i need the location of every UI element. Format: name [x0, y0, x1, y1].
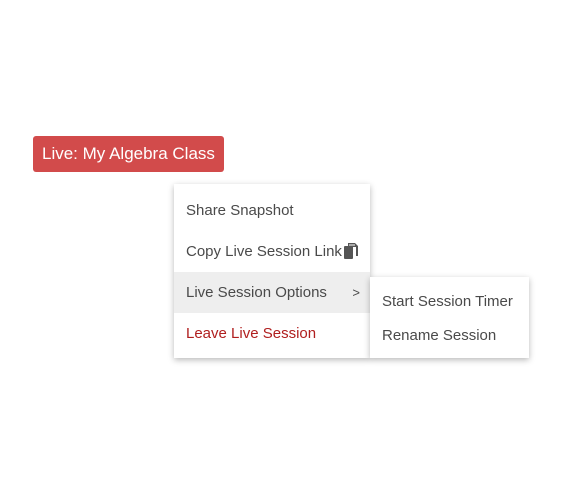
- menu-item-label: Leave Live Session: [186, 325, 317, 342]
- submenu-item-rename-session[interactable]: Rename Session: [370, 318, 529, 352]
- submenu-item-label: Start Session Timer: [382, 292, 513, 310]
- submenu-item-label: Rename Session: [382, 326, 497, 344]
- menu-item-live-session-options[interactable]: Live Session Options >: [174, 272, 370, 313]
- menu-item-leave-session[interactable]: Leave Live Session: [174, 313, 370, 354]
- menu-item-copy-link[interactable]: Copy Live Session Link: [174, 231, 370, 272]
- menu-item-label: Copy Live Session Link: [186, 243, 342, 260]
- session-context-menu: Share Snapshot Copy Live Session Link Li…: [174, 184, 370, 358]
- submenu-item-start-timer[interactable]: Start Session Timer: [370, 284, 529, 318]
- submenu-chevron-icon: >: [352, 285, 360, 300]
- menu-item-label: Share Snapshot: [186, 202, 294, 219]
- menu-item-label: Live Session Options: [186, 284, 327, 301]
- session-options-submenu: Start Session Timer Rename Session: [370, 277, 529, 358]
- menu-item-share-snapshot[interactable]: Share Snapshot: [174, 190, 370, 231]
- copy-icon: [344, 243, 358, 259]
- live-session-badge[interactable]: Live: My Algebra Class: [33, 136, 224, 172]
